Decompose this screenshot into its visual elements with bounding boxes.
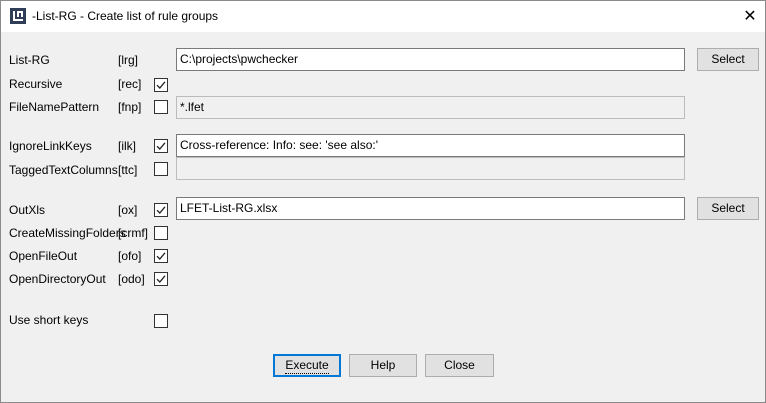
list-rg-label: List-RG <box>9 53 50 67</box>
ignore-link-keys-key: [ilk] <box>118 139 136 153</box>
out-xls-key: [ox] <box>118 203 138 217</box>
open-file-out-label: OpenFileOut <box>9 249 78 263</box>
checkmark-icon <box>156 252 166 260</box>
open-file-out-key: [ofo] <box>118 249 142 263</box>
create-missing-folders-key: [crmf] <box>118 226 148 240</box>
execute-button-label: Execute <box>285 358 329 374</box>
file-name-pattern-input[interactable]: *.lfet <box>176 96 685 119</box>
window-title: -List-RG - Create list of rule groups <box>32 9 219 23</box>
file-name-pattern-label: FileNamePattern <box>9 100 100 114</box>
help-button[interactable]: Help <box>349 354 417 377</box>
open-directory-out-checkbox[interactable] <box>154 272 168 286</box>
checkmark-icon <box>156 81 166 89</box>
use-short-keys-checkbox[interactable] <box>154 314 168 328</box>
create-missing-folders-label: CreateMissingFolders <box>9 226 126 240</box>
create-missing-folders-checkbox[interactable] <box>154 226 168 240</box>
list-rg-input[interactable]: C:\projects\pwchecker <box>176 48 685 71</box>
out-xls-input[interactable]: LFET-List-RG.xlsx <box>176 197 685 220</box>
list-rg-select-button[interactable]: Select <box>697 48 759 71</box>
close-icon[interactable]: ✕ <box>735 5 765 29</box>
out-xls-checkbox[interactable] <box>154 203 168 217</box>
list-rg-key: [lrg] <box>118 53 139 67</box>
ignore-link-keys-checkbox[interactable] <box>154 139 168 153</box>
recursive-key: [rec] <box>118 77 142 91</box>
recursive-checkbox[interactable] <box>154 78 168 92</box>
checkmark-icon <box>156 206 166 214</box>
tagged-text-columns-checkbox[interactable] <box>154 162 168 176</box>
out-xls-label: OutXls <box>9 203 46 217</box>
checkmark-icon <box>156 142 166 150</box>
title-bar: -List-RG - Create list of rule groups ✕ <box>1 1 765 32</box>
open-directory-out-key: [odo] <box>118 272 145 286</box>
open-directory-out-label: OpenDirectoryOut <box>9 272 106 286</box>
ignore-link-keys-input[interactable]: Cross-reference: Info: see: 'see also:' <box>176 134 685 157</box>
out-xls-select-button[interactable]: Select <box>697 197 759 220</box>
recursive-label: Recursive <box>9 77 63 91</box>
use-short-keys-label: Use short keys <box>9 313 89 327</box>
tagged-text-columns-label: TaggedTextColumns <box>9 163 118 177</box>
execute-button[interactable]: Execute <box>273 354 341 377</box>
open-file-out-checkbox[interactable] <box>154 249 168 263</box>
file-name-pattern-key: [fnp] <box>118 100 142 114</box>
tagged-text-columns-key: [ttc] <box>118 163 138 177</box>
ignore-link-keys-label: IgnoreLinkKeys <box>9 139 92 153</box>
tagged-text-columns-input[interactable] <box>176 157 685 180</box>
close-button[interactable]: Close <box>425 354 494 377</box>
file-name-pattern-checkbox[interactable] <box>154 100 168 114</box>
dialog-window: -List-RG - Create list of rule groups ✕ … <box>0 0 766 403</box>
app-icon <box>10 8 26 24</box>
checkmark-icon <box>156 275 166 283</box>
